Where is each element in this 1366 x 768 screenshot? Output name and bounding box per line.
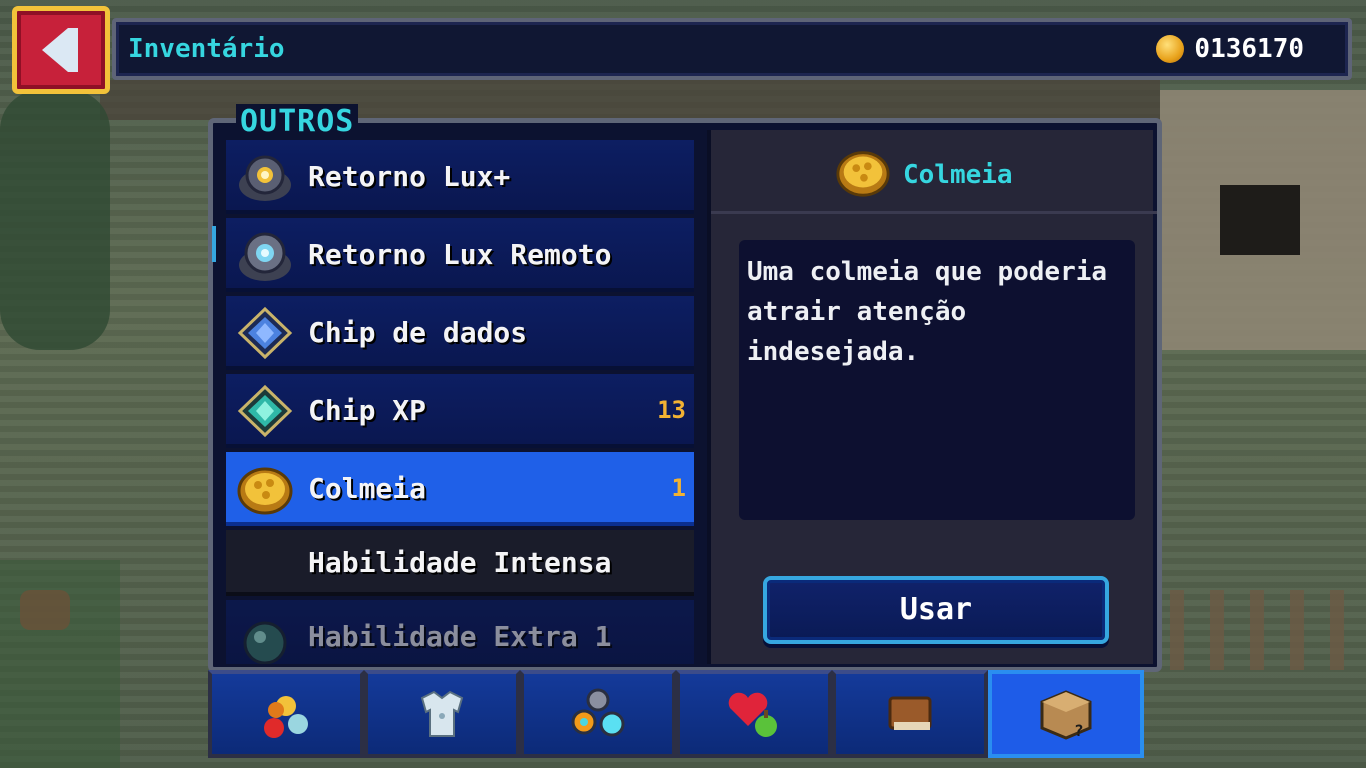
item-count: 1 (671, 474, 686, 502)
box-icon: ? (1040, 690, 1092, 740)
item-label: Colmeia (308, 472, 427, 505)
beehive-icon (237, 467, 293, 515)
detail-title: Colmeia (903, 160, 1013, 190)
item-label: Chip de dados (308, 316, 528, 349)
list-item-retorno-lux-remoto[interactable]: Retorno Lux Remoto (226, 218, 694, 292)
list-item-colmeia[interactable]: Colmeia 1 (226, 452, 694, 526)
item-label: Retorno Lux Remoto (308, 238, 612, 271)
coin-amount: 0136170 (1194, 34, 1304, 64)
coin-counter: 0136170 (1156, 34, 1304, 64)
tab-food[interactable] (208, 670, 364, 758)
coin-icon (1156, 35, 1185, 63)
svg-text:?: ? (1074, 721, 1084, 740)
list-item-habilidade-intensa[interactable]: Habilidade Intensa (226, 530, 694, 596)
back-button[interactable] (12, 6, 110, 94)
tab-others[interactable]: ? (988, 670, 1144, 758)
tab-armor[interactable] (364, 670, 520, 758)
background-door (1220, 185, 1300, 255)
item-label: Habilidade Extra 1 (308, 620, 612, 653)
xp-chip-icon (237, 384, 293, 438)
list-scrollbar[interactable] (212, 226, 216, 262)
book-icon (888, 696, 932, 730)
list-item-habilidade-extra-1[interactable]: Habilidade Extra 1 (226, 600, 694, 664)
item-list: Retorno Lux+ Retorno Lux Remoto Chip de … (226, 140, 694, 664)
description-box: Uma colmeia que poderia atrair atenção i… (739, 240, 1135, 520)
tab-healing[interactable] (676, 670, 832, 758)
back-arrow-icon (42, 28, 78, 72)
item-label: Chip XP (308, 394, 427, 427)
gems-icon (571, 688, 625, 737)
item-description: Uma colmeia que poderia atrair atenção i… (747, 257, 1108, 367)
fruits-icon (264, 696, 308, 738)
page-title: Inventário (128, 34, 285, 64)
item-detail-pane: Colmeia Uma colmeia que poderia atrair a… (707, 130, 1157, 664)
list-item-retorno-lux-plus[interactable]: Retorno Lux+ (226, 140, 694, 214)
heart-icon (728, 692, 777, 737)
detail-header: Colmeia (711, 130, 1157, 214)
beehive-icon (836, 151, 890, 197)
item-label: Habilidade Intensa (308, 546, 612, 579)
skill-orb-icon (243, 621, 287, 664)
category-tabs: ? (208, 670, 1162, 758)
tab-gems[interactable] (520, 670, 676, 758)
section-label: OUTROS (236, 104, 359, 139)
background-fence (1170, 590, 1366, 670)
background-stump (20, 590, 70, 630)
list-item-chip-de-dados[interactable]: Chip de dados (226, 296, 694, 370)
background-tree (0, 90, 110, 350)
data-chip-icon (237, 306, 293, 360)
item-label: Retorno Lux+ (308, 160, 511, 193)
tab-books[interactable] (832, 670, 988, 758)
use-button[interactable]: Usar (763, 576, 1109, 644)
item-count: 13 (657, 396, 686, 424)
list-item-chip-xp[interactable]: Chip XP 13 (226, 374, 694, 448)
title-bar: Inventário 0136170 (112, 18, 1352, 80)
lux-return-remote-icon (239, 232, 291, 281)
armor-icon (420, 690, 464, 737)
lux-return-plus-icon (239, 155, 291, 201)
